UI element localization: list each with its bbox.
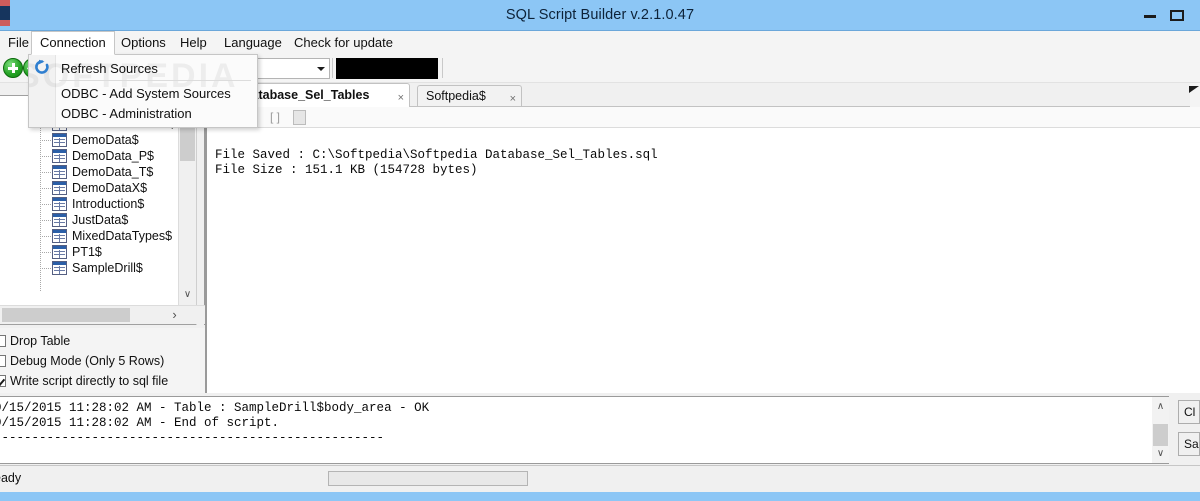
application-window: SQL Script Builder v.2.1.0.47 File Conne… bbox=[0, 0, 1200, 501]
add-circle-icon[interactable] bbox=[3, 58, 23, 78]
tab-close-icon[interactable]: × bbox=[510, 89, 516, 107]
tree-item-label: JustData$ bbox=[72, 213, 129, 227]
log-scroll-thumb[interactable] bbox=[1153, 424, 1168, 446]
menu-connection[interactable]: Connection bbox=[31, 31, 115, 55]
menu-options[interactable]: Options bbox=[113, 31, 174, 54]
drop-table-checkbox[interactable] bbox=[0, 335, 6, 347]
maximize-icon bbox=[1170, 10, 1184, 21]
page-copy-icon[interactable] bbox=[293, 110, 306, 125]
option-label: Debug Mode (Only 5 Rows) bbox=[10, 354, 165, 368]
table-icon bbox=[52, 197, 67, 211]
debug-mode-checkbox[interactable] bbox=[0, 355, 6, 367]
write-script-checkbox[interactable] bbox=[0, 375, 6, 387]
table-icon bbox=[52, 213, 67, 227]
scroll-tabs-icon[interactable] bbox=[1189, 86, 1199, 93]
status-bar: eady bbox=[0, 465, 1200, 492]
log-vertical-scrollbar[interactable]: ∧ ∨ bbox=[1152, 396, 1169, 464]
tree-item-label: SampleDrill$ bbox=[72, 261, 143, 275]
scroll-down-icon[interactable]: ∨ bbox=[1152, 445, 1169, 462]
minimize-icon bbox=[1144, 15, 1156, 18]
bottom-accent-strip bbox=[0, 492, 1200, 501]
table-icon bbox=[52, 181, 67, 195]
toolbar-separator-3 bbox=[442, 58, 443, 78]
tree-item-label: DemoData_T$ bbox=[72, 165, 154, 179]
tree-item-label: Introduction$ bbox=[72, 197, 145, 211]
brackets-icon[interactable]: [ ] bbox=[267, 110, 283, 125]
dropdown-item-odbc-administration[interactable]: ODBC - Administration bbox=[29, 103, 257, 125]
tree-item-label: DemoData_P$ bbox=[72, 149, 154, 163]
table-icon bbox=[52, 229, 67, 243]
tree-item-label: PT1$ bbox=[72, 245, 102, 259]
save-log-button[interactable]: Sa bbox=[1178, 432, 1200, 456]
dropdown-item-refresh-sources[interactable]: Refresh Sources bbox=[29, 58, 257, 80]
tree-item-label: DemoDataX$ bbox=[72, 181, 148, 195]
chevron-down-icon bbox=[317, 67, 325, 71]
title-bar: SQL Script Builder v.2.1.0.47 bbox=[0, 0, 1200, 31]
menu-language[interactable]: Language bbox=[216, 31, 290, 54]
option-label: Write script directly to sql file bbox=[10, 374, 169, 388]
script-output-editor[interactable]: File Saved : C:\Softpedia\Softpedia Data… bbox=[205, 128, 1200, 393]
editor-toolbar: [ ] bbox=[205, 107, 1200, 128]
tab-softpedia[interactable]: Softpedia$ × bbox=[417, 85, 522, 107]
minimize-button[interactable] bbox=[1136, 0, 1164, 31]
clear-log-button[interactable]: Cl bbox=[1178, 400, 1200, 424]
maximize-button[interactable] bbox=[1164, 0, 1190, 31]
status-text: eady bbox=[0, 471, 22, 485]
menu-bar: File Connection Options Help Language Ch… bbox=[0, 31, 1200, 55]
source-tree-panel[interactable]: Buttons$ CommentButtons$ DemoData$ DemoD… bbox=[0, 95, 205, 325]
tree-item-label: MixedDataTypes$ bbox=[72, 229, 173, 243]
black-value-field[interactable] bbox=[336, 58, 438, 79]
dropdown-separator bbox=[59, 80, 251, 81]
log-content: 0/15/2015 11:28:02 AM - Table : SampleDr… bbox=[0, 401, 430, 445]
toolbar-separator-2 bbox=[332, 58, 333, 78]
editor-content: File Saved : C:\Softpedia\Softpedia Data… bbox=[215, 148, 658, 177]
table-icon bbox=[52, 149, 67, 163]
tab-label: Softpedia$ bbox=[426, 89, 486, 103]
scroll-up-icon[interactable]: ∧ bbox=[1152, 398, 1169, 415]
scroll-down-icon[interactable]: ∨ bbox=[179, 286, 196, 303]
log-panel[interactable]: 0/15/2015 11:28:02 AM - Table : SampleDr… bbox=[0, 396, 1152, 464]
scroll-right-icon[interactable]: › bbox=[166, 306, 183, 323]
option-label: Drop Table bbox=[10, 334, 71, 348]
tab-strip: edia Database_Sel_Tables × Softpedia$ × bbox=[205, 83, 1200, 107]
menu-help[interactable]: Help bbox=[172, 31, 215, 54]
window-title: SQL Script Builder v.2.1.0.47 bbox=[505, 7, 695, 23]
tree-horizontal-scrollbar[interactable]: › bbox=[0, 305, 205, 324]
table-icon bbox=[52, 261, 67, 275]
panel-splitter[interactable] bbox=[196, 95, 205, 325]
tree-vertical-scrollbar[interactable]: ∨ bbox=[178, 96, 196, 324]
status-progress-bar bbox=[328, 471, 528, 486]
table-icon bbox=[52, 165, 67, 179]
table-icon bbox=[52, 133, 67, 147]
connection-dropdown-menu[interactable]: SOFTPEDIA Refresh Sources ODBC - Add Sys… bbox=[28, 54, 258, 128]
tree-hscroll-thumb[interactable] bbox=[2, 308, 130, 322]
menu-check-for-update[interactable]: Check for update bbox=[286, 31, 401, 54]
table-icon bbox=[52, 245, 67, 259]
tree-item-label: DemoData$ bbox=[72, 133, 139, 147]
dropdown-item-odbc-add-system-sources[interactable]: ODBC - Add System Sources bbox=[29, 83, 257, 105]
options-panel: Drop Table Debug Mode (Only 5 Rows) Writ… bbox=[0, 328, 205, 393]
tab-close-icon[interactable]: × bbox=[398, 87, 404, 107]
